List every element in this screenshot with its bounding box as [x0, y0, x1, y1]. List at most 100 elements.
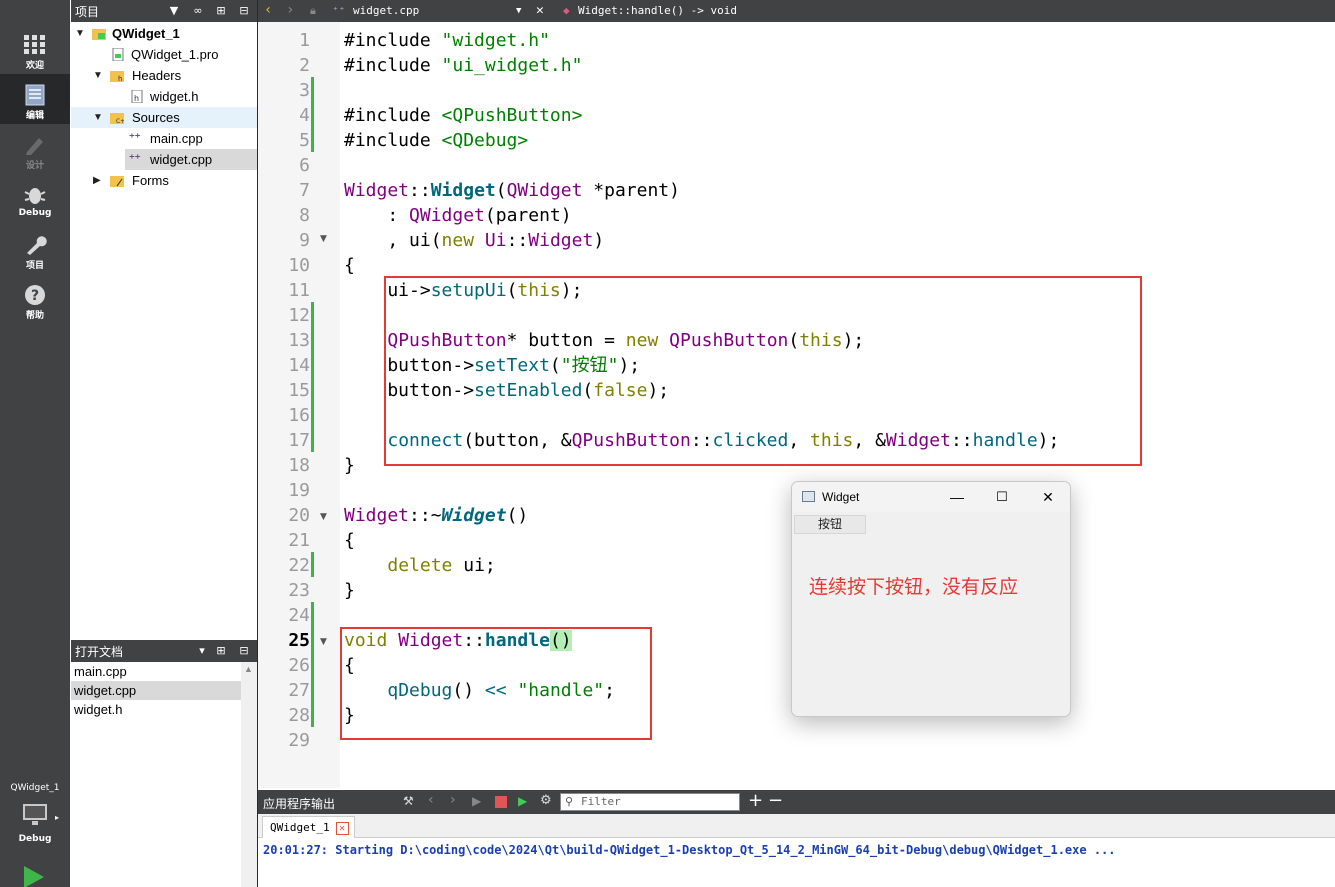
code-line[interactable]: {: [344, 528, 355, 553]
expand-arrow-icon[interactable]: ▼: [75, 23, 87, 44]
fold-icon[interactable]: ▼: [320, 637, 327, 647]
code-line[interactable]: #include <QPushButton>: [344, 103, 582, 128]
tree-item-project[interactable]: ▼ QWidget_1: [71, 23, 257, 44]
mode-welcome[interactable]: 欢迎: [0, 24, 70, 74]
filter-input[interactable]: ⚲ Filter: [560, 793, 740, 811]
output-tab[interactable]: QWidget_1 ✕: [262, 816, 355, 838]
code-line[interactable]: }: [344, 578, 355, 603]
open-docs-scrollbar[interactable]: ▲: [241, 662, 257, 887]
attach-icon[interactable]: ⚒: [403, 794, 414, 808]
tree-label: QWidget_1.pro: [131, 47, 219, 62]
expand-arrow-icon[interactable]: ▼: [93, 65, 105, 86]
zoom-in-icon[interactable]: +: [748, 790, 763, 811]
output-tabs: QWidget_1 ✕: [258, 814, 1335, 838]
code-line[interactable]: , ui(new Ui::Widget): [344, 228, 604, 253]
tree-label: Headers: [132, 68, 182, 83]
line-number: 8: [299, 205, 310, 226]
sources-folder-icon: C+: [110, 113, 124, 124]
code-line[interactable]: }: [344, 453, 355, 478]
headers-folder-icon: h: [110, 71, 124, 82]
line-number: 12: [288, 305, 310, 326]
line-number: 26: [288, 655, 310, 676]
mode-debug[interactable]: Debug: [0, 174, 70, 224]
maximize-icon[interactable]: ☐: [992, 487, 1012, 507]
zoom-out-icon[interactable]: −: [768, 790, 783, 811]
run-icon[interactable]: [24, 866, 44, 887]
mode-label: Debug: [18, 208, 52, 218]
stop-icon[interactable]: [495, 796, 507, 808]
file-dropdown-icon[interactable]: ▼: [516, 6, 521, 16]
split-icon[interactable]: ⊞: [214, 4, 228, 18]
line-number: 13: [288, 330, 310, 351]
method-icon: ◆: [563, 4, 570, 17]
widget-window-titlebar[interactable]: Widget — ☐ ✕: [792, 482, 1070, 512]
header-file-icon: h: [131, 90, 143, 103]
open-doc-item[interactable]: widget.cpp: [71, 681, 241, 700]
filter-icon[interactable]: ▼: [167, 4, 181, 18]
wrench-icon: [27, 236, 47, 255]
tree-item-widget-cpp[interactable]: ⁺⁺ widget.cpp: [71, 149, 257, 170]
svg-text:?: ?: [31, 288, 39, 304]
rerun-icon[interactable]: ▶: [472, 794, 481, 808]
mode-label: 项目: [25, 261, 44, 271]
code-line[interactable]: : QWidget(parent): [344, 203, 571, 228]
line-number: 3: [299, 80, 310, 101]
scroll-up-icon[interactable]: ▲: [244, 664, 253, 674]
minimize-icon[interactable]: —: [947, 487, 967, 507]
help-icon: ?: [25, 285, 45, 305]
forward-icon[interactable]: ›: [286, 2, 294, 18]
mode-design[interactable]: 设计: [0, 124, 70, 174]
tree-item-widget-h[interactable]: h widget.h: [71, 86, 257, 107]
tree-item-forms[interactable]: ▶ Forms: [71, 170, 257, 191]
line-number: 6: [299, 155, 310, 176]
link-icon[interactable]: ∞: [191, 4, 205, 18]
editor-file-name[interactable]: widget.cpp: [353, 4, 419, 17]
monitor-icon: [23, 804, 47, 825]
code-line[interactable]: Widget::~Widget(): [344, 503, 528, 528]
filter-placeholder: Filter: [581, 795, 621, 808]
push-button[interactable]: 按钮: [794, 515, 866, 534]
open-doc-item[interactable]: widget.h: [71, 700, 241, 719]
code-line[interactable]: delete ui;: [344, 553, 495, 578]
fold-icon[interactable]: ▼: [320, 512, 327, 522]
code-line[interactable]: {: [344, 253, 355, 278]
project-panel-header: 项目 ▼ ∞ ⊞ ⊟: [71, 0, 257, 22]
dropdown-icon[interactable]: ▾: [195, 644, 209, 658]
fold-icon[interactable]: ▼: [320, 234, 327, 244]
close-panel-icon[interactable]: ⊟: [237, 4, 251, 18]
next-icon[interactable]: ›: [450, 792, 456, 808]
symbol-selector[interactable]: Widget::handle() -> void: [578, 4, 737, 17]
line-number: 17: [288, 430, 310, 451]
collapse-arrow-icon[interactable]: ▶: [93, 170, 105, 191]
close-file-icon[interactable]: ✕: [536, 3, 544, 18]
tree-item-headers[interactable]: ▼ h Headers: [71, 65, 257, 86]
tree-item-main-cpp[interactable]: ⁺⁺ main.cpp: [71, 128, 257, 149]
close-tab-icon[interactable]: ✕: [335, 822, 349, 835]
settings-icon[interactable]: ⚙: [540, 793, 552, 808]
code-line[interactable]: #include "ui_widget.h": [344, 53, 582, 78]
tree-item-sources[interactable]: ▼ C+ Sources: [71, 107, 257, 128]
expand-arrow-icon[interactable]: ▼: [93, 107, 105, 128]
cpp-file-icon: ⁺⁺: [129, 153, 141, 165]
code-line[interactable]: Widget::Widget(QWidget *parent): [344, 178, 680, 203]
debug-run-icon[interactable]: ▶: [518, 794, 527, 808]
open-docs-header: 打开文档 ▾ ⊞ ⊟: [71, 640, 257, 662]
mode-help[interactable]: ? 帮助: [0, 274, 70, 324]
line-number: 2: [299, 55, 310, 76]
change-marker: [311, 77, 314, 152]
line-number: 19: [288, 480, 310, 501]
open-doc-item[interactable]: main.cpp: [71, 662, 241, 681]
close-panel-icon[interactable]: ⊟: [237, 644, 251, 658]
tree-item-pro-file[interactable]: QWidget_1.pro: [71, 44, 257, 65]
back-icon[interactable]: ‹: [264, 2, 272, 18]
split-icon[interactable]: ⊞: [214, 644, 228, 658]
line-number: 4: [299, 105, 310, 126]
code-line[interactable]: #include <QDebug>: [344, 128, 528, 153]
prev-icon[interactable]: ‹: [428, 792, 434, 808]
target-selector[interactable]: ▸ Debug: [0, 798, 70, 848]
code-line[interactable]: #include "widget.h": [344, 28, 550, 53]
line-number: 10: [288, 255, 310, 276]
mode-projects[interactable]: 项目: [0, 224, 70, 274]
mode-edit[interactable]: 编辑: [0, 74, 70, 124]
close-icon[interactable]: ✕: [1038, 487, 1058, 507]
